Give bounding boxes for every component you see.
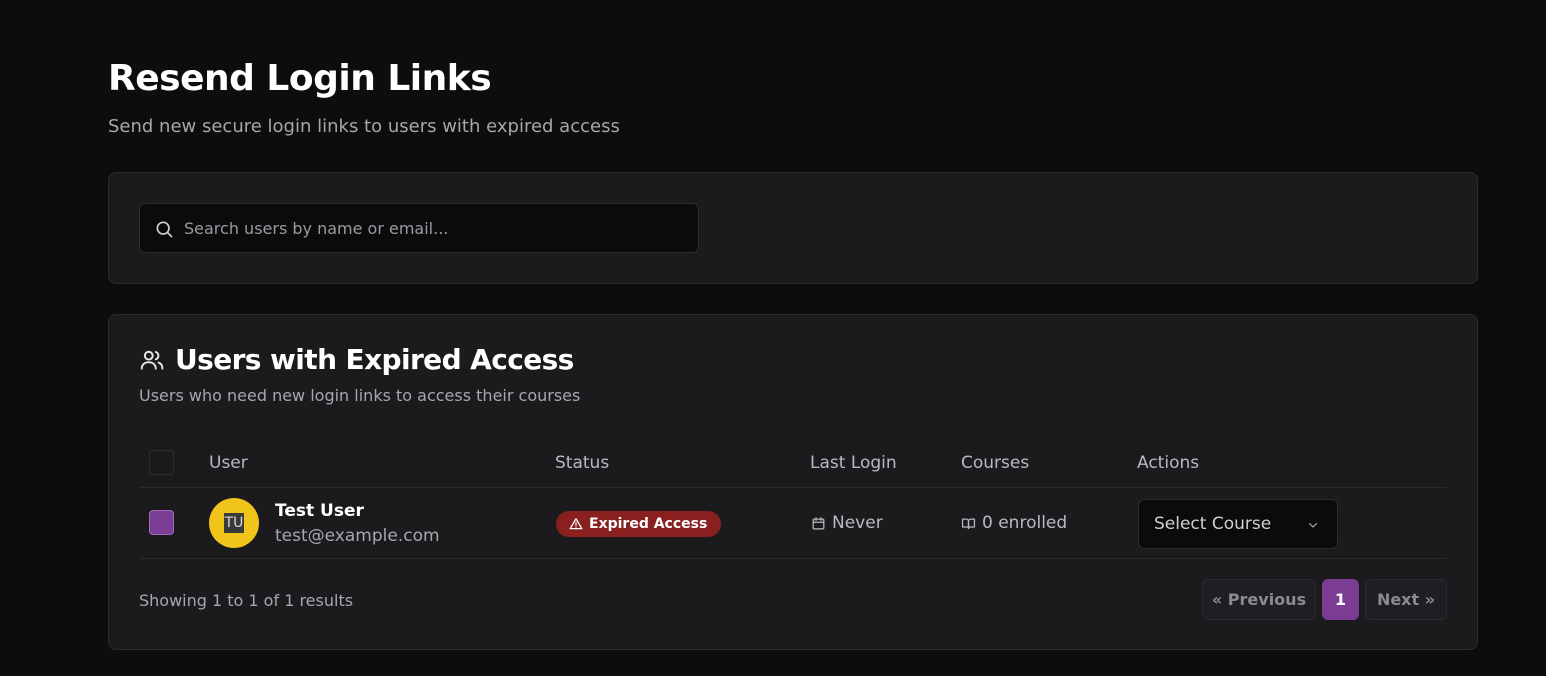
section-description: Users who need new login links to access… (139, 386, 581, 405)
page-subtitle: Send new secure login links to users wit… (108, 116, 620, 137)
search-card (108, 172, 1478, 284)
course-select[interactable]: Select Course (1138, 499, 1338, 549)
search-input[interactable] (184, 204, 684, 252)
avatar-initials: TU (223, 513, 245, 533)
page-title: Resend Login Links (108, 58, 492, 99)
user-name: Test User (275, 501, 364, 521)
warning-icon (569, 518, 583, 530)
select-all-checkbox[interactable] (149, 450, 174, 475)
users-icon (140, 350, 164, 370)
users-card: Users with Expired Access Users who need… (108, 314, 1478, 650)
row-divider (139, 558, 1447, 559)
column-header-actions: Actions (1137, 453, 1200, 473)
next-page-button[interactable]: Next » (1365, 579, 1447, 620)
column-header-last-login: Last Login (810, 453, 897, 473)
previous-page-button[interactable]: « Previous (1202, 579, 1316, 620)
section-header: Users with Expired Access (139, 343, 574, 376)
column-header-user: User (209, 453, 248, 473)
courses-cell: 0 enrolled (961, 513, 1067, 533)
page-1-button[interactable]: 1 (1322, 579, 1359, 620)
last-login-cell: Never (811, 513, 883, 533)
header-divider (139, 487, 1447, 488)
column-header-courses: Courses (961, 453, 1030, 473)
section-title: Users with Expired Access (175, 343, 574, 376)
search-icon (156, 221, 173, 238)
status-badge: Expired Access (556, 511, 722, 537)
course-select-value: Select Course (1154, 514, 1272, 534)
user-email: test@example.com (275, 526, 440, 546)
search-box[interactable] (139, 203, 699, 253)
calendar-icon (812, 516, 825, 529)
last-login-value: Never (832, 513, 883, 533)
book-open-icon (961, 518, 976, 529)
chevron-down-icon (1308, 522, 1318, 528)
status-label: Expired Access (589, 516, 708, 532)
results-summary: Showing 1 to 1 of 1 results (139, 591, 354, 610)
courses-value: 0 enrolled (982, 513, 1068, 533)
avatar: TU (209, 498, 259, 548)
column-header-status: Status (555, 453, 610, 473)
row-checkbox[interactable] (149, 510, 174, 535)
